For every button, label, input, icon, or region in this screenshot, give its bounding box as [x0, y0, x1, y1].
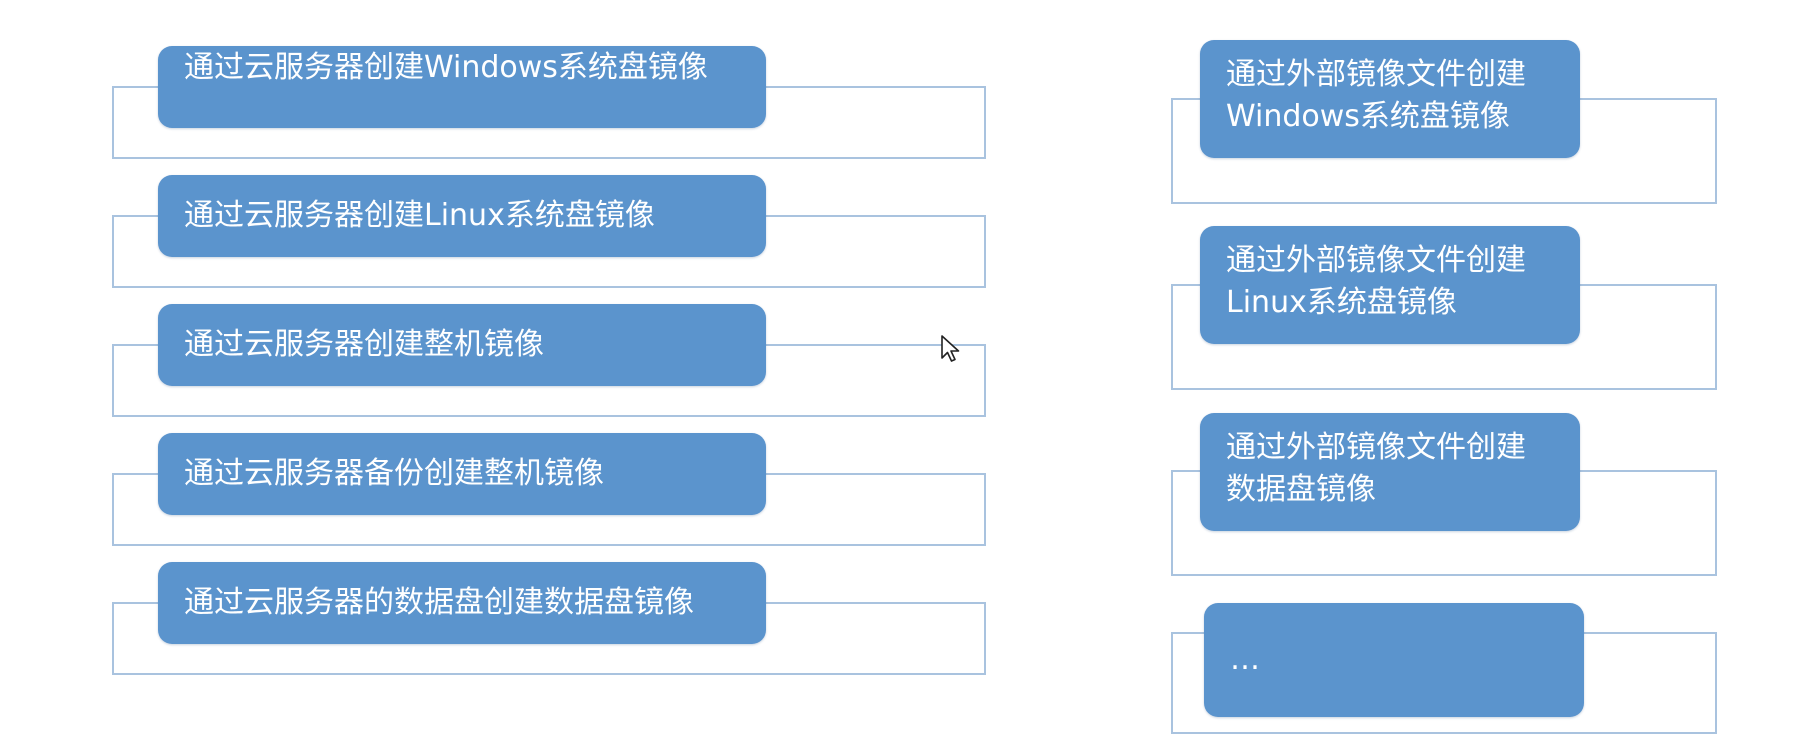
mouse-pointer-icon: [941, 335, 960, 362]
left-item-label: 通过云服务器备份创建整机镜像: [184, 456, 604, 491]
left-item-full-machine: 通过云服务器创建整机镜像: [158, 304, 766, 386]
left-item-windows-system-disk: 通过云服务器创建Windows系统盘镜像: [158, 46, 766, 128]
left-item-backup-full-machine: 通过云服务器备份创建整机镜像: [158, 433, 766, 515]
left-item-label: 通过云服务器创建Linux系统盘镜像: [184, 198, 655, 233]
left-item-label: 通过云服务器创建整机镜像: [184, 327, 544, 362]
right-item-label: 通过外部镜像文件创建Linux系统盘镜像: [1226, 243, 1526, 320]
left-item-label: 通过云服务器创建Windows系统盘镜像: [184, 50, 708, 85]
right-item-label: 通过外部镜像文件创建数据盘镜像: [1226, 430, 1526, 507]
right-item-more: …: [1204, 603, 1584, 717]
left-item-linux-system-disk: 通过云服务器创建Linux系统盘镜像: [158, 175, 766, 257]
right-item-external-data-disk: 通过外部镜像文件创建数据盘镜像: [1200, 413, 1580, 531]
right-item-external-windows: 通过外部镜像文件创建Windows系统盘镜像: [1200, 40, 1580, 158]
right-item-label: 通过外部镜像文件创建Windows系统盘镜像: [1226, 57, 1526, 134]
left-item-label: 通过云服务器的数据盘创建数据盘镜像: [184, 585, 694, 620]
left-item-data-disk: 通过云服务器的数据盘创建数据盘镜像: [158, 562, 766, 644]
right-item-external-linux: 通过外部镜像文件创建Linux系统盘镜像: [1200, 226, 1580, 344]
right-item-label: …: [1230, 642, 1260, 677]
